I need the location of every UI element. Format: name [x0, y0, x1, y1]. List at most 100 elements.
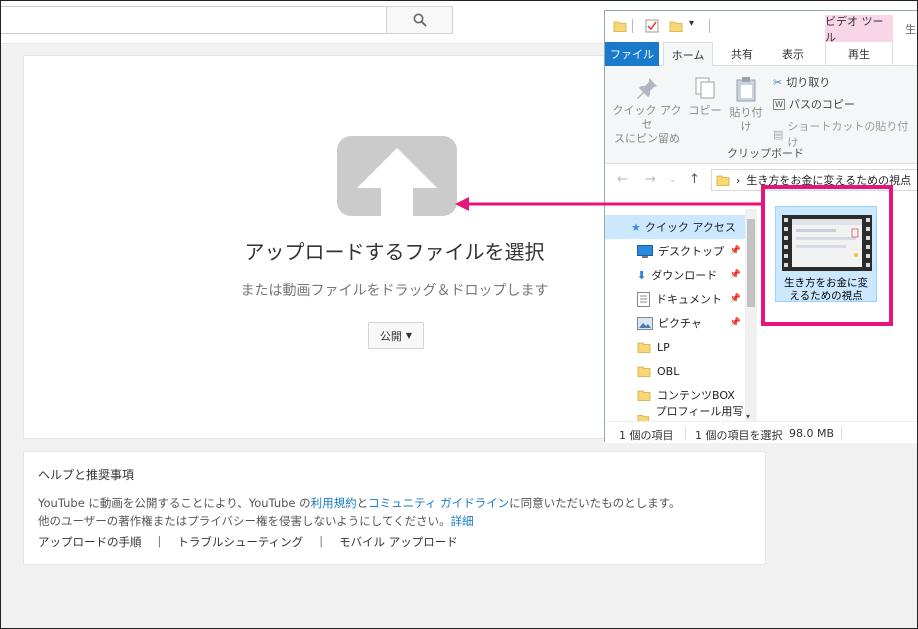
recent-chevron-icon[interactable]: ⌄: [669, 175, 677, 185]
help-card: ヘルプと推奨事項 YouTube に動画を公開することにより、YouTube の…: [23, 451, 766, 565]
up-arrow-icon[interactable]: ↑: [689, 172, 700, 187]
nav-label: ドキュメント: [656, 293, 722, 306]
help-title: ヘルプと推奨事項: [38, 468, 135, 482]
back-arrow-icon[interactable]: ←: [617, 172, 628, 187]
paste-icon: [736, 77, 756, 102]
nav-scroll-thumb[interactable]: [747, 219, 755, 307]
nav-label: ピクチャ: [658, 317, 702, 330]
nav-label: デスクトップ: [658, 245, 724, 258]
nav-item-quick-access[interactable]: ★ クイック アクセス: [605, 215, 745, 239]
terms-link[interactable]: 利用規約: [311, 496, 357, 510]
tab-home[interactable]: ホーム: [663, 42, 713, 67]
copy-path-label: パスのコピー: [788, 98, 855, 111]
help-text-line2: 他のユーザーの著作権またはプライバシー権を侵害しないようにしてください。: [38, 514, 451, 528]
privacy-dropdown[interactable]: 公開 ▼: [368, 322, 424, 349]
customize-qa-icon[interactable]: ▾: [689, 18, 694, 29]
nav-item-documents[interactable]: ドキュメント 📌: [605, 287, 745, 311]
paste-shortcut-label: ショートカットの貼り付け: [787, 120, 909, 149]
copy-path-button[interactable]: W パスのコピー: [773, 96, 855, 112]
copy-label: コピー: [688, 104, 722, 117]
scroll-down-icon[interactable]: ▾: [746, 412, 750, 421]
nav-item-desktop[interactable]: デスクトップ 📌: [605, 239, 745, 263]
scissors-icon: ✂: [773, 75, 783, 89]
paste-shortcut-icon: ▤: [773, 127, 784, 141]
separator: [709, 19, 710, 33]
copy-button[interactable]: コピー: [687, 76, 723, 118]
nav-label: プロフィール用写真: [655, 405, 744, 418]
nav-item-downloads[interactable]: ⬇ ダウンロード 📌: [605, 263, 745, 287]
picture-icon: [637, 316, 653, 330]
help-links: アップロードの手順 | トラブルシューティング | モバイル アップロード: [38, 534, 458, 550]
nav-label: クイック アクセス: [644, 221, 736, 234]
document-icon: [637, 291, 650, 307]
cut-button[interactable]: ✂ 切り取り: [773, 74, 830, 90]
star-icon: ★: [631, 220, 641, 234]
folder-icon: [716, 175, 730, 186]
download-icon: ⬇: [637, 268, 647, 282]
pin-icon: 📌: [729, 318, 741, 328]
nav-label: LP: [657, 340, 670, 354]
separator: |: [319, 534, 324, 548]
upload-instructions-link[interactable]: アップロードの手順: [38, 534, 142, 550]
pin-icon: 📌: [729, 270, 741, 280]
ribbon-home: クイック アクセ スにピン留め コピー 貼り付け ✂ 切り取り W パスのコピー…: [605, 66, 918, 164]
search-icon: [413, 13, 427, 27]
tab-share[interactable]: 共有: [723, 42, 761, 66]
folder-icon: [637, 342, 651, 353]
separator: [841, 426, 842, 440]
desktop-icon: [637, 244, 653, 258]
troubleshooting-link[interactable]: トラブルシューティング: [177, 534, 303, 550]
pin-label-1: クイック アクセ: [612, 104, 682, 131]
copy-path-icon: W: [773, 98, 785, 110]
mobile-upload-link[interactable]: モバイル アップロード: [339, 534, 458, 550]
privacy-label: 公開: [379, 329, 402, 343]
status-item-count: 1 個の項目: [619, 429, 674, 442]
pin-icon: 📌: [729, 246, 741, 256]
details-link[interactable]: 詳細: [451, 514, 474, 528]
help-text: YouTube に動画を公開することにより、YouTube の利用規約とコミュニ…: [38, 494, 758, 530]
folder-icon: [637, 390, 651, 401]
guidelines-link[interactable]: コミュニティ ガイドライン: [368, 496, 509, 510]
pin-quick-access-button[interactable]: クイック アクセ スにピン留め: [611, 76, 683, 146]
nav-item-lp[interactable]: LP: [605, 335, 745, 359]
status-selected: 1 個の項目を選択: [695, 429, 783, 442]
ribbon-tabs: ファイル ホーム 共有 表示 再生: [605, 42, 918, 67]
folder-icon: [637, 366, 651, 377]
status-bar: 1 個の項目 1 個の項目を選択 98.0 MB: [605, 421, 918, 443]
tab-view[interactable]: 表示: [773, 42, 813, 66]
help-text-post: に同意いただいたものとします。: [509, 496, 681, 510]
nav-label: コンテンツBOX: [657, 389, 735, 402]
tab-file[interactable]: ファイル: [605, 42, 659, 66]
separator: |: [157, 534, 162, 548]
copy-icon: [695, 77, 715, 99]
navigation-pane: ★ クイック アクセス デスクトップ 📌 ⬇ ダウンロード 📌 ドキュメント 📌…: [605, 209, 757, 421]
paste-button[interactable]: 貼り付け: [725, 76, 767, 134]
search-input[interactable]: [0, 6, 387, 34]
properties-icon[interactable]: [645, 19, 659, 33]
nav-item-obl[interactable]: OBL: [605, 359, 745, 383]
pin-label-2: スにピン留め: [614, 132, 680, 145]
separator: [632, 19, 633, 33]
forward-arrow-icon[interactable]: →: [645, 172, 656, 187]
caret-down-icon: ▼: [405, 331, 413, 340]
paste-label: 貼り付け: [729, 106, 763, 133]
drag-arrow-annotation: [455, 197, 763, 211]
window-title: 生: [905, 23, 916, 36]
nav-scrollbar[interactable]: ▾: [745, 209, 757, 421]
clipboard-group-label: クリップボード: [727, 147, 804, 160]
nav-item-pictures[interactable]: ピクチャ 📌: [605, 311, 745, 335]
nav-label: ダウンロード: [651, 269, 718, 282]
folder-icon: [637, 415, 650, 421]
nav-item-profile-photos[interactable]: プロフィール用写真: [605, 405, 745, 421]
new-folder-icon[interactable]: [669, 19, 683, 33]
folder-icon: [613, 21, 627, 32]
search-button[interactable]: [386, 6, 453, 34]
pin-icon: [637, 78, 657, 99]
upload-arrow-icon[interactable]: [337, 136, 457, 216]
separator: [685, 426, 686, 440]
highlight-box-annotation: [761, 185, 893, 326]
tab-play[interactable]: 再生: [825, 42, 893, 66]
cut-label: 切り取り: [786, 76, 831, 89]
help-text-and: と: [356, 496, 369, 510]
video-tools-context-tab: ビデオ ツール: [825, 15, 893, 44]
